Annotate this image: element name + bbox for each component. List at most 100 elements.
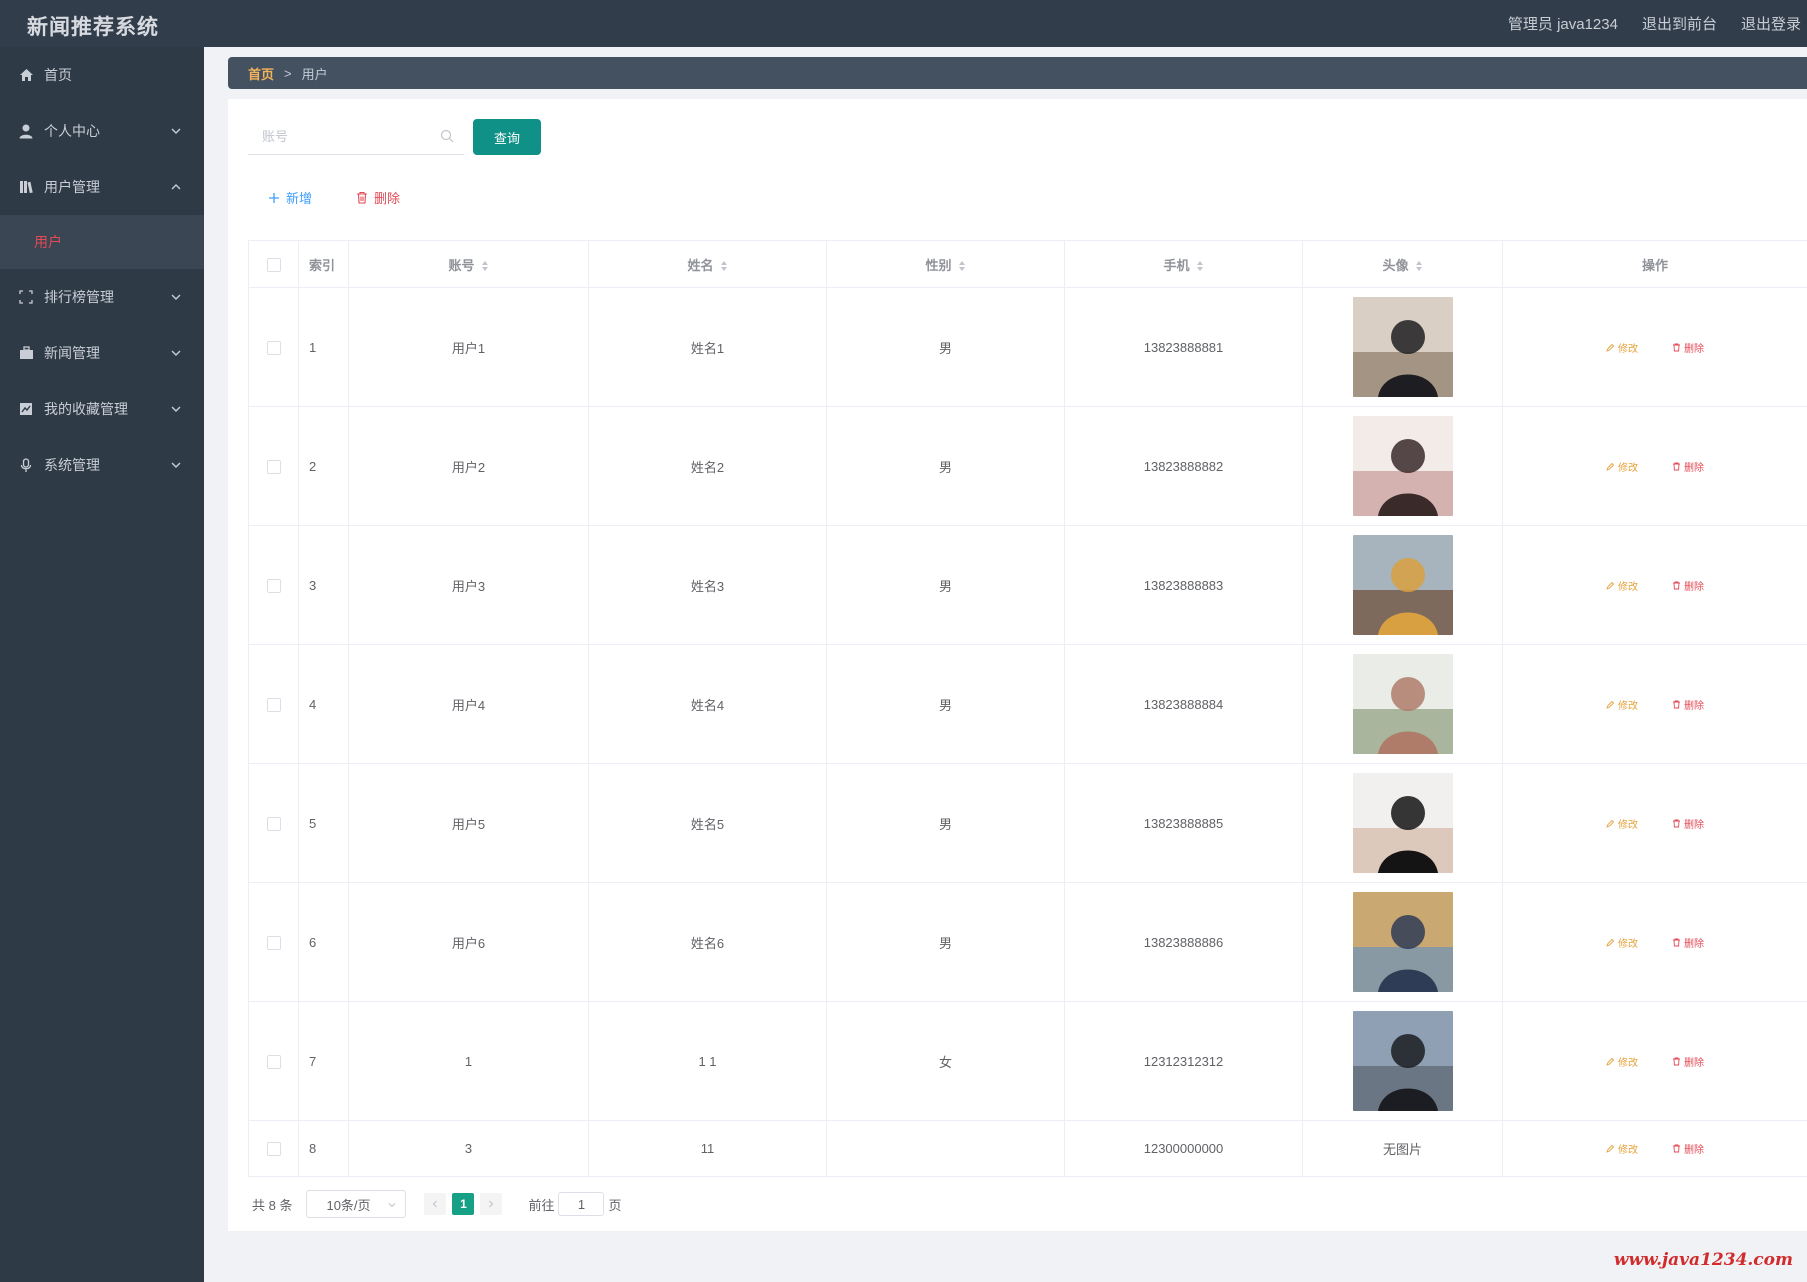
sidebar-item-user-management[interactable]: 用户管理 <box>0 159 204 215</box>
row-select-cell[interactable] <box>248 882 299 1002</box>
logout-link[interactable]: 退出登录 <box>1741 13 1801 34</box>
row-select-cell[interactable] <box>248 287 299 407</box>
account-cell: 3 <box>348 1120 589 1177</box>
account-search-input[interactable] <box>248 119 438 153</box>
operations-cell: 修改 删除 <box>1502 525 1807 645</box>
header-name[interactable]: 姓名 <box>588 240 827 288</box>
page-size-select[interactable]: 10条/页 <box>306 1190 407 1218</box>
operations-cell: 修改 删除 <box>1502 406 1807 526</box>
bulk-delete-label: 删除 <box>374 191 401 206</box>
edit-icon <box>1606 462 1615 471</box>
header-operations: 操作 <box>1502 240 1807 288</box>
edit-label: 修改 <box>1618 1057 1638 1069</box>
edit-button[interactable]: 修改 <box>1606 935 1638 950</box>
sidebar-item-label: 用户管理 <box>44 179 100 195</box>
header-phone[interactable]: 手机 <box>1064 240 1303 288</box>
row-checkbox[interactable] <box>266 578 281 593</box>
next-page-button[interactable] <box>480 1193 503 1215</box>
avatar-image[interactable] <box>1352 1011 1453 1111</box>
sort-icon[interactable] <box>958 260 966 272</box>
avatar-image[interactable] <box>1352 654 1453 754</box>
header-account-label: 账号 <box>448 257 475 273</box>
row-checkbox[interactable] <box>266 1142 281 1157</box>
row-checkbox[interactable] <box>266 340 281 355</box>
edit-label: 修改 <box>1618 819 1638 831</box>
sidebar-item-news-management[interactable]: 新闻管理 <box>0 325 204 381</box>
gender-cell: 男 <box>826 287 1065 407</box>
chevron-up-icon <box>171 184 181 190</box>
sidebar-item-favorites-management[interactable]: 我的收藏管理 <box>0 381 204 437</box>
avatar-image[interactable] <box>1352 416 1453 516</box>
edit-button[interactable]: 修改 <box>1606 816 1638 831</box>
page-number-button[interactable]: 1 <box>452 1193 475 1215</box>
delete-button[interactable]: 删除 <box>1672 578 1704 593</box>
row-checkbox[interactable] <box>266 459 281 474</box>
goto-page-input[interactable] <box>558 1192 605 1216</box>
edit-button[interactable]: 修改 <box>1606 340 1638 355</box>
row-select-cell[interactable] <box>248 525 299 645</box>
edit-label: 修改 <box>1618 581 1638 593</box>
row-select-cell[interactable] <box>248 406 299 526</box>
row-select-cell[interactable] <box>248 1120 299 1177</box>
header-avatar[interactable]: 头像 <box>1302 240 1503 288</box>
row-checkbox[interactable] <box>266 935 281 950</box>
select-all-checkbox[interactable] <box>266 257 281 272</box>
row-checkbox[interactable] <box>266 1054 281 1069</box>
exit-to-front-link[interactable]: 退出到前台 <box>1642 13 1717 34</box>
edit-button[interactable]: 修改 <box>1606 697 1638 712</box>
avatar-image[interactable] <box>1352 773 1453 873</box>
edit-icon <box>1606 1057 1615 1066</box>
table-row: 8 3 11 12300000000 无图片 修改 删除 <box>248 1120 1807 1177</box>
header-gender[interactable]: 性别 <box>826 240 1065 288</box>
sort-icon[interactable] <box>1415 260 1423 272</box>
delete-button[interactable]: 删除 <box>1672 697 1704 712</box>
trash-icon <box>1673 581 1680 589</box>
sort-icon[interactable] <box>720 260 728 272</box>
delete-button[interactable]: 删除 <box>1672 816 1704 831</box>
table-body: 1 用户1 姓名1 男 13823888881 修改 删除 2 用户2 姓名2 男 138238888… <box>248 287 1807 1177</box>
query-button[interactable]: 查询 <box>473 119 541 155</box>
edit-button[interactable]: 修改 <box>1606 459 1638 474</box>
top-navbar: 新闻推荐系统 管理员 java1234 退出到前台 退出登录 <box>0 0 1807 47</box>
row-select-cell[interactable] <box>248 763 299 883</box>
edit-button[interactable]: 修改 <box>1606 1141 1638 1156</box>
delete-button[interactable]: 删除 <box>1672 935 1704 950</box>
delete-button[interactable]: 删除 <box>1672 459 1704 474</box>
row-select-cell[interactable] <box>248 644 299 764</box>
sort-icon[interactable] <box>481 260 489 272</box>
delete-label: 删除 <box>1684 581 1704 593</box>
account-cell: 用户4 <box>348 644 589 764</box>
row-select-cell[interactable] <box>248 1001 299 1121</box>
sort-icon[interactable] <box>1196 260 1204 272</box>
edit-button[interactable]: 修改 <box>1606 578 1638 593</box>
phone-cell: 12312312312 <box>1064 1001 1303 1121</box>
edit-label: 修改 <box>1618 1145 1638 1156</box>
breadcrumb-home[interactable]: 首页 <box>248 64 274 83</box>
app-title: 新闻推荐系统 <box>27 16 159 39</box>
avatar-image[interactable] <box>1352 535 1453 635</box>
sidebar-item-ranking-management[interactable]: 排行榜管理 <box>0 269 204 325</box>
delete-label: 删除 <box>1684 700 1704 712</box>
phone-cell: 13823888886 <box>1064 882 1303 1002</box>
add-button[interactable]: 新增 <box>268 188 312 207</box>
header-account[interactable]: 账号 <box>348 240 589 288</box>
sidebar-item-personal-center[interactable]: 个人中心 <box>0 103 204 159</box>
avatar-image[interactable] <box>1352 892 1453 992</box>
edit-button[interactable]: 修改 <box>1606 1054 1638 1069</box>
delete-button[interactable]: 删除 <box>1672 1054 1704 1069</box>
header-select-all[interactable] <box>248 240 299 288</box>
table-row: 4 用户4 姓名4 男 13823888884 修改 删除 <box>248 644 1807 764</box>
avatar-image[interactable] <box>1352 297 1453 397</box>
delete-button[interactable]: 删除 <box>1672 1141 1704 1156</box>
admin-user-link[interactable]: 管理员 java1234 <box>1508 13 1618 34</box>
trash-icon <box>1673 700 1680 708</box>
delete-button[interactable]: 删除 <box>1672 340 1704 355</box>
sidebar-subitem-users[interactable]: 用户 <box>0 215 204 269</box>
sidebar-item-home[interactable]: 首页 <box>0 47 204 103</box>
row-checkbox[interactable] <box>266 816 281 831</box>
row-checkbox[interactable] <box>266 697 281 712</box>
prev-page-button[interactable] <box>424 1193 447 1215</box>
bulk-delete-button[interactable]: 删除 <box>356 188 400 207</box>
sidebar-item-system-management[interactable]: 系统管理 <box>0 437 204 493</box>
trash-icon <box>1673 1057 1680 1065</box>
